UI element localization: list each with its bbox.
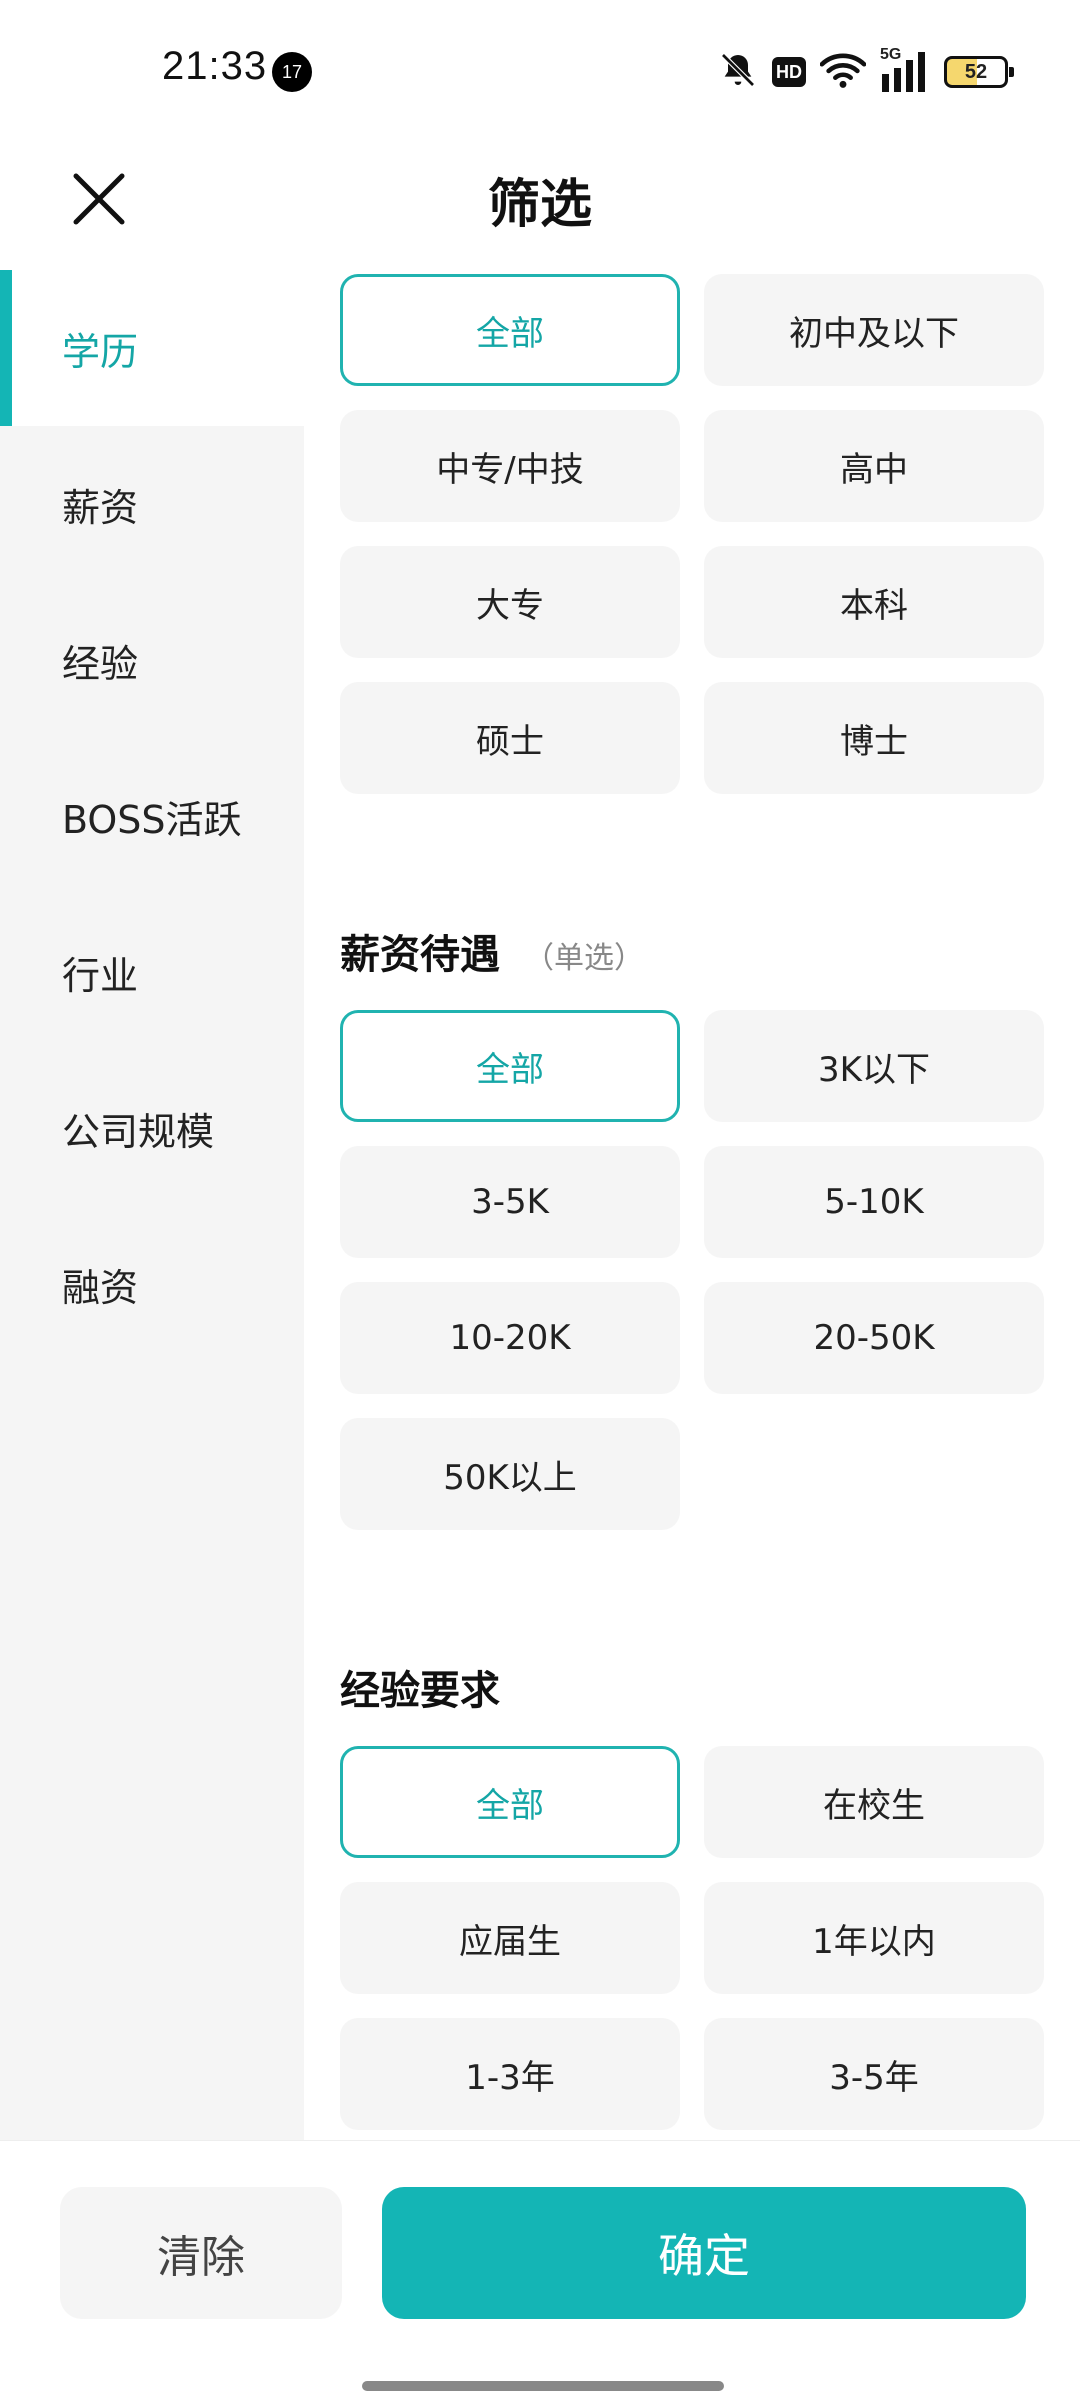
experience-option-3-5-years[interactable]: 3-5年 — [704, 2018, 1044, 2130]
experience-section-label: 经验要求 — [340, 1668, 500, 1714]
experience-option-all[interactable]: 全部 — [340, 1746, 680, 1858]
experience-option-student[interactable]: 在校生 — [704, 1746, 1044, 1858]
page-title: 筛选 — [487, 175, 592, 235]
sidebar-item-experience[interactable]: 经验 — [62, 630, 138, 690]
home-indicator[interactable] — [362, 2381, 724, 2391]
filter-options-panel: 全部 初中及以下 中专/中技 高中 大专 本科 硕士 博士 薪资待遇 （单选） … — [340, 270, 1052, 2140]
wifi-icon — [819, 50, 867, 94]
status-icons: HD 5G 52 — [718, 46, 1014, 96]
bell-off-icon — [718, 50, 758, 94]
salary-option-under-3k[interactable]: 3K以下 — [704, 1010, 1044, 1122]
education-option-bachelor[interactable]: 本科 — [704, 546, 1044, 658]
salary-option-all[interactable]: 全部 — [340, 1010, 680, 1122]
experience-section-title: 经验要求 — [340, 1658, 500, 1716]
hd-icon: HD — [772, 57, 806, 87]
sidebar-item-company-size[interactable]: 公司规模 — [62, 1098, 214, 1158]
salary-option-3-5k[interactable]: 3-5K — [340, 1146, 680, 1258]
salary-section-label: 薪资待遇 — [340, 932, 500, 978]
salary-section-title: 薪资待遇 （单选） — [340, 922, 644, 980]
education-option-all[interactable]: 全部 — [340, 274, 680, 386]
status-bar: 21:33 17 HD 5G 52 — [0, 0, 1080, 140]
sidebar-item-education[interactable]: 学历 — [62, 318, 138, 378]
battery-icon: 52 — [944, 56, 1014, 88]
sidebar-active-indicator — [0, 270, 12, 426]
cellular-signal-icon: 5G — [880, 46, 930, 94]
salary-option-20-50k[interactable]: 20-50K — [704, 1282, 1044, 1394]
clear-button[interactable]: 清除 — [60, 2187, 342, 2319]
status-time: 21:33 — [162, 44, 268, 88]
education-option-technical-school[interactable]: 中专/中技 — [340, 410, 680, 522]
notification-count-badge: 17 — [272, 52, 312, 92]
education-option-master[interactable]: 硕士 — [340, 682, 680, 794]
sidebar-item-industry[interactable]: 行业 — [62, 942, 138, 1002]
filter-category-sidebar: 学历 薪资 经验 BOSS活跃 行业 公司规模 融资 — [0, 270, 304, 2140]
experience-option-1-3-years[interactable]: 1-3年 — [340, 2018, 680, 2130]
sidebar-item-financing[interactable]: 融资 — [62, 1254, 138, 1314]
sidebar-item-boss-active[interactable]: BOSS活跃 — [62, 786, 242, 846]
salary-option-over-50k[interactable]: 50K以上 — [340, 1418, 680, 1530]
education-option-doctorate[interactable]: 博士 — [704, 682, 1044, 794]
salary-single-select-note: （单选） — [524, 941, 644, 976]
sidebar-item-salary[interactable]: 薪资 — [62, 474, 138, 534]
experience-option-fresh-graduate[interactable]: 应届生 — [340, 1882, 680, 1994]
bottom-action-bar: 清除 确定 — [0, 2140, 1080, 2401]
salary-option-10-20k[interactable]: 10-20K — [340, 1282, 680, 1394]
education-option-high-school[interactable]: 高中 — [704, 410, 1044, 522]
confirm-button[interactable]: 确定 — [382, 2187, 1026, 2319]
header: 筛选 — [0, 140, 1080, 270]
education-option-college[interactable]: 大专 — [340, 546, 680, 658]
education-option-junior-high[interactable]: 初中及以下 — [704, 274, 1044, 386]
salary-option-5-10k[interactable]: 5-10K — [704, 1146, 1044, 1258]
experience-option-under-1-year[interactable]: 1年以内 — [704, 1882, 1044, 1994]
sidebar-active-background — [0, 270, 304, 466]
